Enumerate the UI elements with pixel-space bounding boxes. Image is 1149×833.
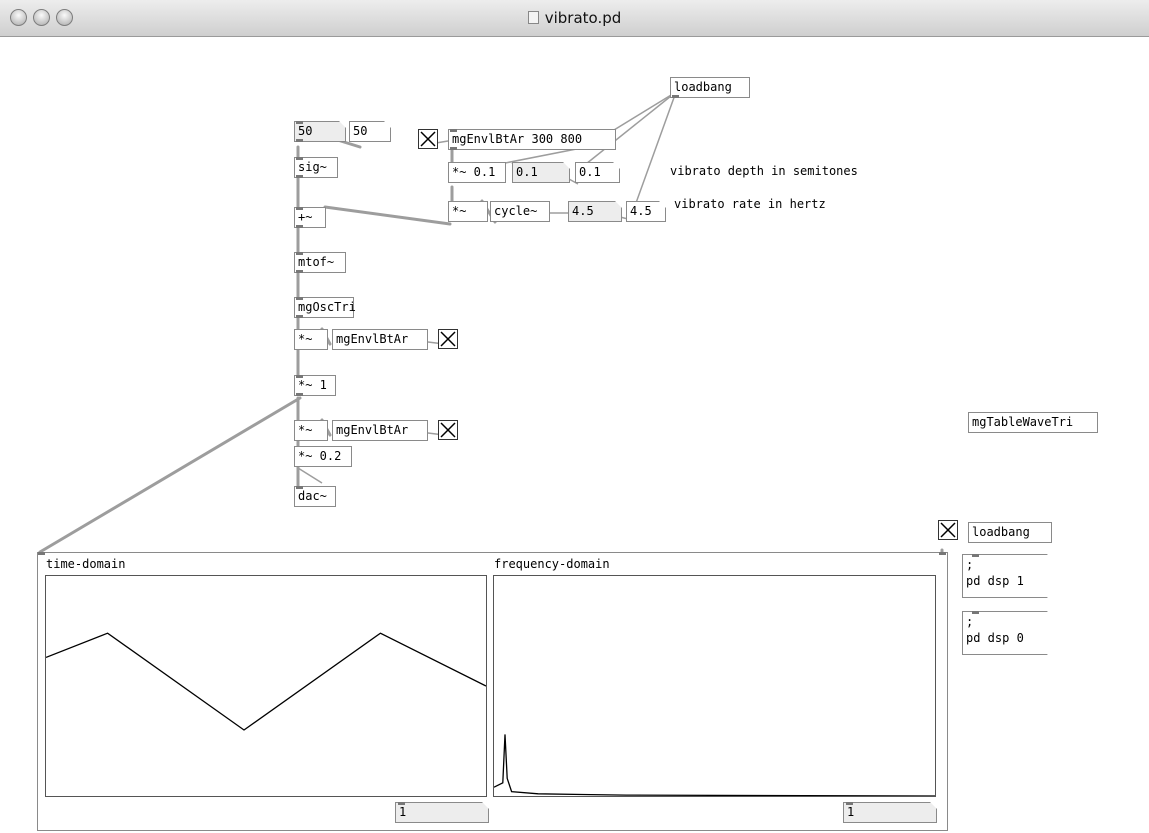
toggle-check-icon [440, 422, 456, 438]
toggle-check-icon [440, 331, 456, 347]
multiply-object-env-low[interactable]: *~ [294, 420, 328, 441]
time-domain-waveform [45, 632, 487, 731]
inlet-mgosctri [296, 297, 303, 300]
toggle-top[interactable] [418, 129, 438, 149]
outlet-mgenv-top [450, 147, 457, 150]
outlet-mul-one [296, 393, 303, 396]
outlet-plus [296, 225, 303, 228]
message-dsp-on[interactable]: ; pd dsp 1 [962, 554, 1048, 598]
multiply-object-vibrato[interactable]: *~ [448, 201, 488, 222]
mgenvlbtar-object-top[interactable]: mgEnvlBtAr 300 800 [448, 129, 616, 150]
window-title-text: vibrato.pd [544, 9, 622, 27]
inlet-graph-right [939, 552, 946, 555]
inlet-time-zoom [398, 802, 405, 805]
comment-vibrato-depth: vibrato depth in semitones [670, 164, 858, 178]
window-title: vibrato.pd [0, 9, 1149, 27]
loadbang-object-bottom[interactable]: loadbang [968, 522, 1052, 543]
multiply-object-env-mid[interactable]: *~ [294, 329, 328, 350]
toggle-check-icon [940, 522, 956, 538]
number-box-depth-out[interactable]: 0.1 [575, 162, 620, 183]
inlet-dsp-off [972, 611, 979, 614]
frequency-spectrum-line [493, 734, 936, 797]
toggle-dsp[interactable] [938, 520, 958, 540]
toggle-check-icon [420, 131, 436, 147]
title-bar: vibrato.pd [0, 0, 1149, 37]
number-box-rate-out[interactable]: 4.5 [626, 201, 666, 222]
number-box-rate-in[interactable]: 4.5 [568, 201, 622, 222]
inlet-freq-zoom [846, 802, 853, 805]
cycle-object[interactable]: cycle~ [490, 201, 550, 222]
multiply-object-volume[interactable]: *~ 0.2 [294, 446, 352, 467]
time-domain-line [45, 632, 487, 731]
frequency-domain-spectrum [493, 734, 936, 797]
inlet-graph [38, 552, 45, 555]
array-label-time-domain: time-domain [46, 557, 126, 571]
mgenvlbtar-object-low[interactable]: mgEnvlBtAr [332, 420, 428, 441]
inlet-dsp-on [972, 554, 979, 557]
multiply-object-depth[interactable]: *~ 0.1 [448, 162, 506, 183]
number-box-pitch-out[interactable]: 50 [349, 121, 391, 142]
number-box-depth-in[interactable]: 0.1 [512, 162, 570, 183]
number-box-time-zoom[interactable]: 1 [395, 802, 489, 823]
outlet-pitch [296, 139, 303, 142]
number-box-freq-zoom[interactable]: 1 [843, 802, 937, 823]
patch-canvas[interactable]: loadbang mgEnvlBtAr 300 800 50 50 sig~ *… [0, 37, 1149, 833]
inlet-mul-one [296, 375, 303, 378]
toggle-low[interactable] [438, 420, 458, 440]
mgosctri-object[interactable]: mgOscTri [294, 297, 356, 318]
outlet-loadbang-top [672, 95, 679, 98]
inlet-pitch [296, 121, 303, 124]
loadbang-object-top[interactable]: loadbang [670, 77, 750, 98]
inlet-mgenv-top [450, 129, 457, 132]
message-dsp-off[interactable]: ; pd dsp 0 [962, 611, 1048, 655]
outlet-sig [296, 175, 303, 178]
comment-vibrato-rate: vibrato rate in hertz [674, 197, 826, 211]
mgenvlbtar-object-mid[interactable]: mgEnvlBtAr [332, 329, 428, 350]
mgtablewavetri-object[interactable]: mgTableWaveTri [968, 412, 1098, 433]
array-label-frequency-domain: frequency-domain [494, 557, 610, 571]
inlet-mtof [296, 252, 303, 255]
array-time-domain[interactable]: time-domain [45, 557, 487, 797]
inlet-dac [296, 486, 303, 489]
inlet-plus [296, 207, 303, 210]
inlet-sig [296, 157, 303, 160]
outlet-mtof [296, 270, 303, 273]
dac-object[interactable]: dac~ [294, 486, 336, 507]
array-frequency-domain[interactable]: frequency-domain [493, 557, 936, 797]
toggle-mid[interactable] [438, 329, 458, 349]
outlet-mgosctri [296, 315, 303, 318]
document-icon [527, 11, 539, 24]
